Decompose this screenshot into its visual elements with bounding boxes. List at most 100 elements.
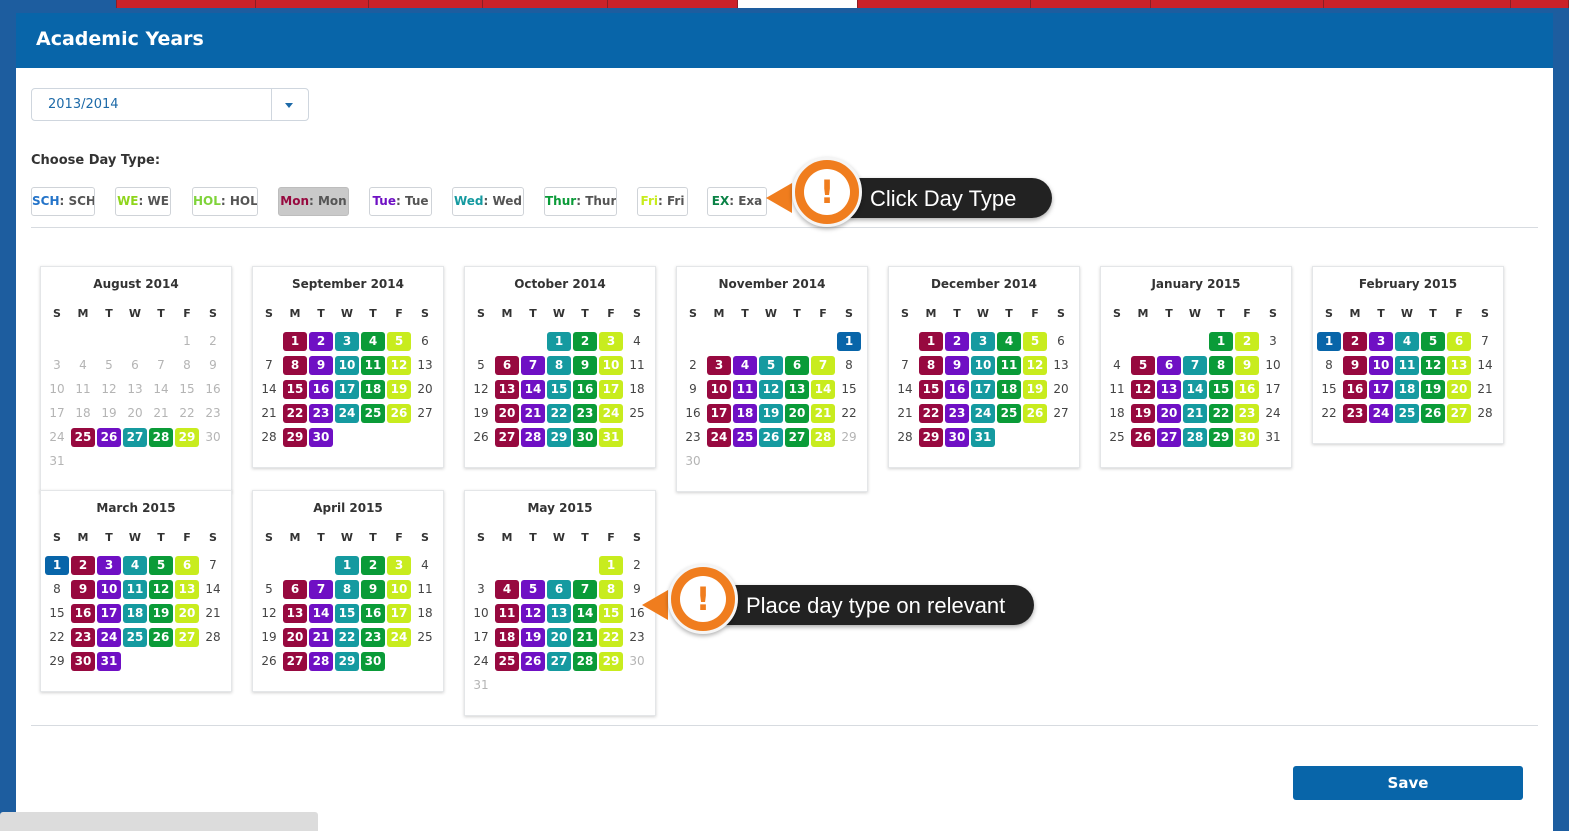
- calendar-day[interactable]: 5: [521, 580, 545, 599]
- calendar-day[interactable]: 15: [1209, 380, 1233, 399]
- calendar-day[interactable]: 23: [1235, 404, 1259, 423]
- calendar-day[interactable]: 22: [1209, 404, 1233, 423]
- calendar-day[interactable]: 18: [997, 380, 1021, 399]
- calendar-day[interactable]: 9: [573, 356, 597, 375]
- calendar-day[interactable]: 15: [45, 604, 69, 623]
- calendar-day[interactable]: 27: [495, 428, 519, 447]
- calendar-day[interactable]: 5: [1023, 332, 1047, 351]
- calendar-day[interactable]: 25: [997, 404, 1021, 423]
- calendar-day[interactable]: 24: [97, 628, 121, 647]
- calendar-day[interactable]: 10: [599, 356, 623, 375]
- calendar-day[interactable]: 19: [1421, 380, 1445, 399]
- calendar-day[interactable]: 2: [1343, 332, 1367, 351]
- calendar-day[interactable]: 19: [1131, 404, 1155, 423]
- calendar-day[interactable]: 4: [733, 356, 757, 375]
- calendar-day[interactable]: 18: [1395, 380, 1419, 399]
- calendar-day[interactable]: 3: [45, 356, 69, 375]
- day-type-button-ex[interactable]: EX: Exa: [707, 187, 767, 216]
- calendar-day[interactable]: 13: [785, 380, 809, 399]
- calendar-day[interactable]: 26: [1023, 404, 1047, 423]
- calendar-day[interactable]: 4: [71, 356, 95, 375]
- calendar-day[interactable]: 11: [733, 380, 757, 399]
- calendar-day[interactable]: 25: [733, 428, 757, 447]
- calendar-day[interactable]: 1: [547, 332, 571, 351]
- calendar-day[interactable]: 6: [1447, 332, 1471, 351]
- calendar-day[interactable]: 29: [335, 652, 359, 671]
- calendar-day[interactable]: 13: [283, 604, 307, 623]
- day-type-button-fri[interactable]: Fri: Fri: [637, 187, 688, 216]
- calendar-day[interactable]: 20: [547, 628, 571, 647]
- calendar-day[interactable]: 21: [573, 628, 597, 647]
- calendar-day[interactable]: 21: [893, 404, 917, 423]
- calendar-day[interactable]: 23: [625, 628, 649, 647]
- calendar-day[interactable]: 24: [1369, 404, 1393, 423]
- calendar-day[interactable]: 27: [283, 652, 307, 671]
- calendar-day[interactable]: 19: [521, 628, 545, 647]
- calendar-day[interactable]: 9: [1235, 356, 1259, 375]
- calendar-day[interactable]: 12: [97, 380, 121, 399]
- calendar-day[interactable]: 5: [469, 356, 493, 375]
- calendar-day[interactable]: 22: [175, 404, 199, 423]
- calendar-day[interactable]: 13: [547, 604, 571, 623]
- calendar-day[interactable]: 5: [1421, 332, 1445, 351]
- calendar-day[interactable]: 31: [971, 428, 995, 447]
- calendar-day[interactable]: 20: [1049, 380, 1073, 399]
- day-type-button-sch[interactable]: SCH: SCH: [31, 187, 95, 216]
- calendar-day[interactable]: 21: [811, 404, 835, 423]
- calendar-day[interactable]: 27: [785, 428, 809, 447]
- calendar-day[interactable]: 12: [149, 580, 173, 599]
- calendar-day[interactable]: 15: [837, 380, 861, 399]
- calendar-day[interactable]: 8: [837, 356, 861, 375]
- calendar-day[interactable]: 8: [919, 356, 943, 375]
- calendar-day[interactable]: 7: [1473, 332, 1497, 351]
- calendar-day[interactable]: 21: [149, 404, 173, 423]
- top-tab[interactable]: [738, 0, 858, 8]
- calendar-day[interactable]: 8: [547, 356, 571, 375]
- calendar-day[interactable]: 16: [945, 380, 969, 399]
- calendar-day[interactable]: 3: [707, 356, 731, 375]
- calendar-day[interactable]: 1: [45, 556, 69, 575]
- calendar-day[interactable]: 16: [681, 404, 705, 423]
- calendar-day[interactable]: 10: [97, 580, 121, 599]
- calendar-day[interactable]: 28: [201, 628, 225, 647]
- calendar-day[interactable]: 5: [257, 580, 281, 599]
- calendar-day[interactable]: 31: [45, 452, 69, 471]
- calendar-day[interactable]: 6: [123, 356, 147, 375]
- calendar-day[interactable]: 26: [469, 428, 493, 447]
- calendar-day[interactable]: 10: [45, 380, 69, 399]
- calendar-day[interactable]: 13: [123, 380, 147, 399]
- calendar-day[interactable]: 25: [495, 652, 519, 671]
- calendar-day[interactable]: 18: [625, 380, 649, 399]
- calendar-day[interactable]: 22: [547, 404, 571, 423]
- dropdown-toggle[interactable]: [271, 89, 308, 120]
- calendar-day[interactable]: 4: [1395, 332, 1419, 351]
- calendar-day[interactable]: 13: [1049, 356, 1073, 375]
- calendar-day[interactable]: 2: [309, 332, 333, 351]
- calendar-day[interactable]: 13: [175, 580, 199, 599]
- calendar-day[interactable]: 29: [45, 652, 69, 671]
- calendar-day[interactable]: 19: [97, 404, 121, 423]
- calendar-day[interactable]: 3: [971, 332, 995, 351]
- calendar-day[interactable]: 1: [175, 332, 199, 351]
- calendar-day[interactable]: 14: [521, 380, 545, 399]
- calendar-day[interactable]: 16: [1235, 380, 1259, 399]
- calendar-day[interactable]: 11: [71, 380, 95, 399]
- calendar-day[interactable]: 25: [1395, 404, 1419, 423]
- calendar-day[interactable]: 14: [893, 380, 917, 399]
- calendar-day[interactable]: 1: [599, 556, 623, 575]
- calendar-day[interactable]: 10: [335, 356, 359, 375]
- calendar-day[interactable]: 24: [469, 652, 493, 671]
- calendar-day[interactable]: 20: [413, 380, 437, 399]
- calendar-day[interactable]: 6: [1157, 356, 1181, 375]
- calendar-day[interactable]: 30: [945, 428, 969, 447]
- calendar-day[interactable]: 21: [521, 404, 545, 423]
- calendar-day[interactable]: 11: [495, 604, 519, 623]
- day-type-button-we[interactable]: WE: WE: [115, 187, 171, 216]
- calendar-day[interactable]: 3: [1369, 332, 1393, 351]
- calendar-day[interactable]: 14: [309, 604, 333, 623]
- calendar-day[interactable]: 27: [123, 428, 147, 447]
- calendar-day[interactable]: 30: [625, 652, 649, 671]
- calendar-day[interactable]: 20: [123, 404, 147, 423]
- calendar-day[interactable]: 20: [785, 404, 809, 423]
- day-type-button-mon[interactable]: Mon: Mon: [278, 187, 349, 216]
